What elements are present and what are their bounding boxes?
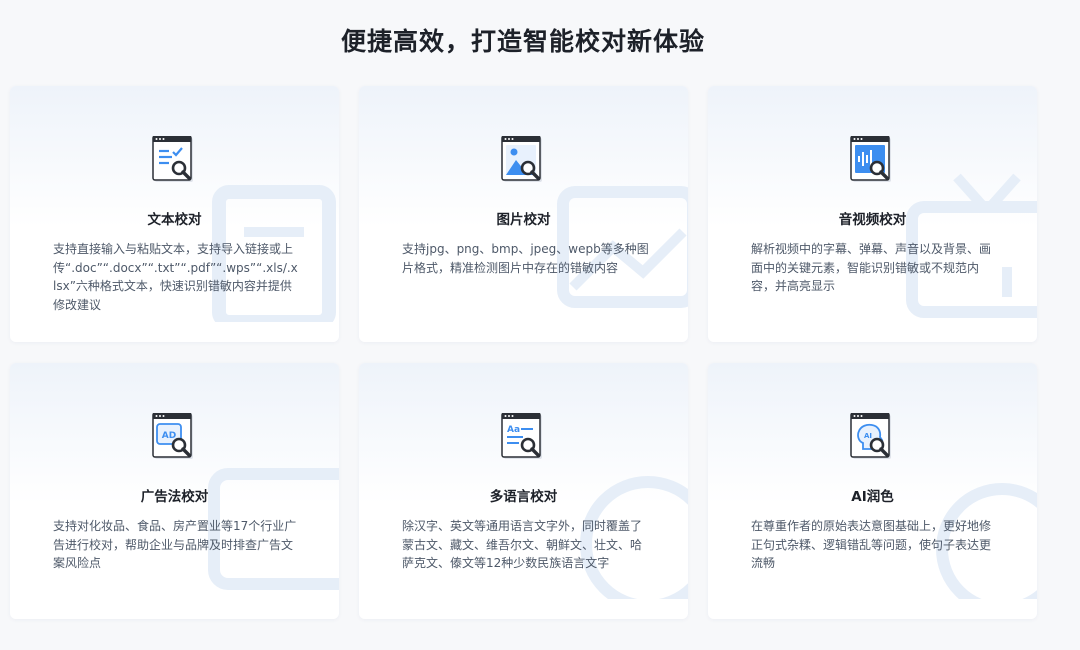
feature-card-ad[interactable]: AD 广告法校对 支持对化妆品、食品、房产置业等17个行业广告进行校对，帮助企业…	[10, 363, 339, 619]
card-title: AI润色	[851, 489, 894, 505]
feature-card-multilang[interactable]: Aa 多语言校对 除汉字、英文等通用语言文字外，同时覆盖了蒙古文、藏文、维吾尔文…	[359, 363, 688, 619]
av-proofread-icon	[850, 136, 891, 182]
card-description: 解析视频中的字幕、弹幕、声音以及背景、画面中的关键元素，智能识别错敏或不规范内容…	[751, 242, 992, 293]
card-title: 广告法校对	[140, 489, 209, 505]
card-description: 除汉字、英文等通用语言文字外，同时覆盖了蒙古文、藏文、维吾尔文、朝鲜文、壮文、哈…	[402, 519, 643, 570]
feature-card-av[interactable]: 音视频校对 解析视频中的字幕、弹幕、声音以及背景、画面中的关键元素，智能识别错敏…	[708, 86, 1037, 342]
ad-proofread-icon: AD	[152, 413, 193, 459]
card-description: 在尊重作者的原始表达意图基础上，更好地修正句式杂糅、逻辑错乱等问题，使句子表达更…	[751, 519, 992, 570]
page-title: 便捷高效，打造智能校对新体验	[340, 27, 705, 56]
ai-polish-icon: AI	[850, 413, 891, 459]
card-title: 音视频校对	[838, 212, 907, 228]
card-title: 图片校对	[496, 212, 551, 228]
card-description: 支持直接输入与粘贴文本，支持导入链接或上传“.doc”“.docx”“.txt”…	[53, 242, 298, 312]
icon-text: AD	[162, 431, 176, 441]
text-proofread-icon	[152, 136, 193, 182]
feature-card-text[interactable]: 文本校对 支持直接输入与粘贴文本，支持导入链接或上传“.doc”“.docx”“…	[10, 86, 339, 342]
feature-card-image[interactable]: 图片校对 支持jpg、png、bmp、jpeg、wepb等多种图片格式，精准检测…	[359, 86, 688, 342]
feature-card-ai[interactable]: AI AI润色 在尊重作者的原始表达意图基础上，更好地修正句式杂糅、逻辑错乱等问…	[708, 363, 1037, 619]
card-title: 文本校对	[147, 212, 202, 228]
multilang-proofread-icon: Aa	[501, 413, 542, 459]
card-title: 多语言校对	[489, 489, 558, 505]
icon-text: AI	[864, 432, 872, 440]
image-proofread-icon	[501, 136, 542, 182]
card-description: 支持对化妆品、食品、房产置业等17个行业广告进行校对，帮助企业与品牌及时排查广告…	[53, 519, 297, 570]
icon-text: Aa	[507, 425, 520, 435]
card-description: 支持jpg、png、bmp、jpeg、wepb等多种图片格式，精准检测图片中存在…	[402, 242, 649, 275]
